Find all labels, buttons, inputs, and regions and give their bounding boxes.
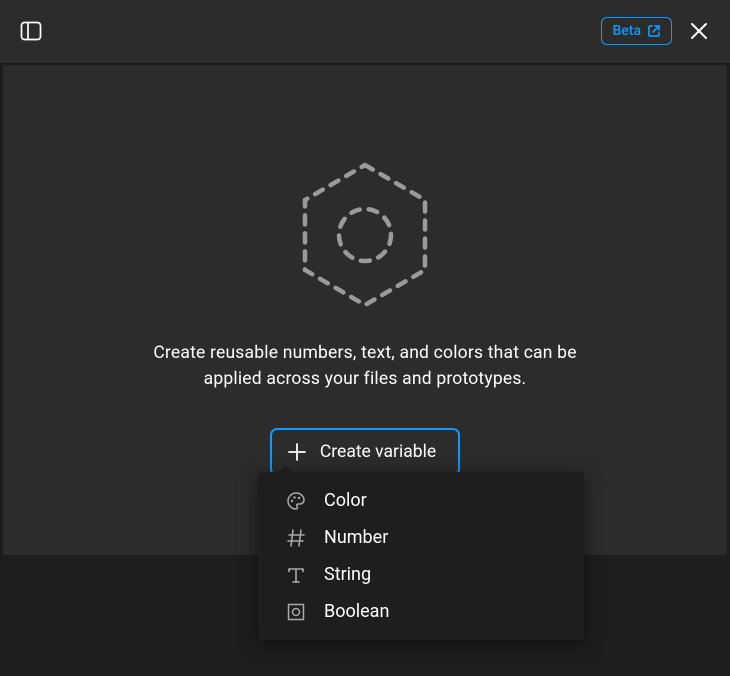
menu-item-label: Color xyxy=(324,490,367,511)
menu-item-boolean[interactable]: Boolean xyxy=(258,593,584,630)
menu-item-number[interactable]: Number xyxy=(258,519,584,556)
beta-label: Beta xyxy=(612,23,641,39)
palette-icon xyxy=(286,491,306,511)
create-variable-button[interactable]: Create variable xyxy=(270,428,460,476)
variable-type-dropdown: Color Number String Boolean xyxy=(258,472,584,640)
header-bar: Beta xyxy=(0,0,730,62)
menu-item-label: Boolean xyxy=(324,601,389,622)
close-icon[interactable] xyxy=(688,20,710,42)
header-right: Beta xyxy=(601,17,710,45)
variable-hexagon-icon xyxy=(290,160,440,310)
boolean-icon xyxy=(286,602,306,622)
empty-state-description: Create reusable numbers, text, and color… xyxy=(125,340,605,393)
text-icon xyxy=(286,565,306,585)
sidebar-toggle-icon[interactable] xyxy=(20,20,42,42)
external-link-icon xyxy=(647,24,661,38)
beta-badge[interactable]: Beta xyxy=(601,17,672,45)
dropdown-arrow xyxy=(278,465,292,472)
create-button-label: Create variable xyxy=(320,442,436,462)
menu-item-color[interactable]: Color xyxy=(258,482,584,519)
menu-item-label: String xyxy=(324,564,371,585)
header-left xyxy=(20,20,42,42)
empty-state: Create reusable numbers, text, and color… xyxy=(3,65,727,476)
hash-icon xyxy=(286,528,306,548)
plus-icon xyxy=(288,443,306,461)
menu-item-label: Number xyxy=(324,527,388,548)
menu-item-string[interactable]: String xyxy=(258,556,584,593)
